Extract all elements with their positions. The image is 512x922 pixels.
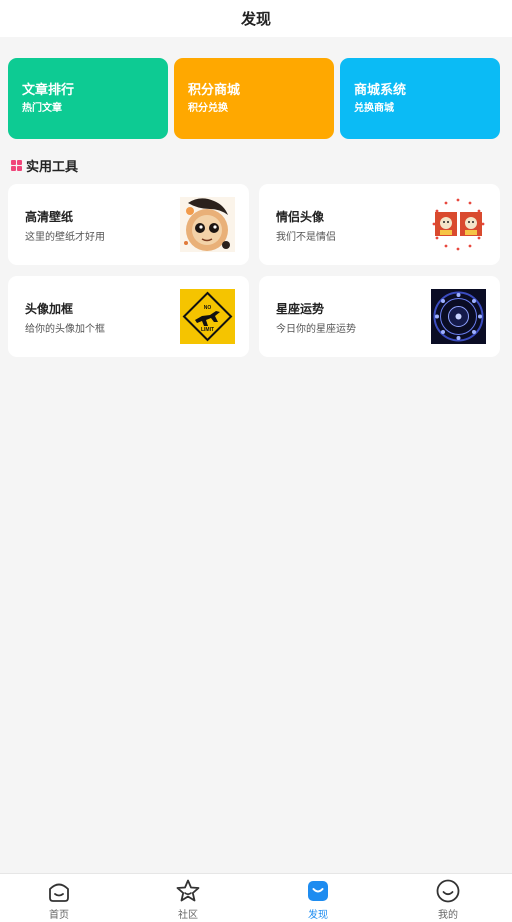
card-subtitle: 热门文章 <box>22 103 62 114</box>
card-title: 商城系统 <box>354 83 407 98</box>
frame-text-limit: LIMIT <box>201 327 214 333</box>
card-points-mall[interactable]: 积分商城 积分兑换 <box>174 58 334 139</box>
tool-subtitle: 给你的头像加个框 <box>25 324 105 335</box>
tool-title: 星座运势 <box>276 302 325 316</box>
couple-avatar-thumbnail <box>431 197 486 252</box>
horoscope-thumbnail <box>431 289 486 344</box>
tool-title: 情侣头像 <box>276 210 325 224</box>
avatar-frame-thumbnail: NO LIMIT <box>180 289 235 344</box>
card-mall-system[interactable]: 商城系统 兑换商城 <box>340 58 500 139</box>
tool-horoscope[interactable]: 星座运势 今日你的星座运势 <box>259 276 500 357</box>
tool-subtitle: 这里的壁纸才好用 <box>25 232 105 243</box>
top-bar: 发现 <box>0 0 512 37</box>
home-icon <box>46 878 72 904</box>
feature-cards: 文章排行 热门文章 积分商城 积分兑换 商城系统 兑换商城 <box>8 58 500 139</box>
tool-hd-wallpaper[interactable]: 高清壁纸 这里的壁纸才好用 <box>8 184 249 265</box>
tool-subtitle: 我们不是情侣 <box>276 232 336 243</box>
card-title: 积分商城 <box>188 83 241 98</box>
section-title: 实用工具 <box>26 159 79 175</box>
discover-page: 发现 文章排行 热门文章 积分商城 积分兑换 商城系统 兑换商城 实用工具 高清… <box>0 0 512 922</box>
card-article-ranking[interactable]: 文章排行 热门文章 <box>8 58 168 139</box>
tab-label: 发现 <box>308 910 328 921</box>
tool-couple-avatar[interactable]: 情侣头像 我们不是情侣 <box>259 184 500 265</box>
tool-avatar-frame[interactable]: 头像加框 给你的头像加个框 NO LIMIT <box>8 276 249 357</box>
tab-profile[interactable]: 我的 <box>384 874 512 922</box>
tab-home[interactable]: 首页 <box>0 874 123 922</box>
tab-discover[interactable]: 发现 <box>254 874 382 922</box>
card-subtitle: 积分兑换 <box>188 103 228 114</box>
tool-subtitle: 今日你的星座运势 <box>276 324 356 335</box>
card-title: 文章排行 <box>22 83 75 98</box>
card-subtitle: 兑换商城 <box>354 103 394 114</box>
tab-community[interactable]: 社区 <box>124 874 252 922</box>
tab-label: 社区 <box>178 910 198 921</box>
discover-bag-icon <box>305 878 331 904</box>
wallpaper-thumbnail <box>180 197 235 252</box>
tool-title: 高清壁纸 <box>25 210 74 224</box>
smile-icon <box>435 878 461 904</box>
tab-label: 我的 <box>438 910 458 921</box>
page-title: 发现 <box>240 10 271 28</box>
tool-title: 头像加框 <box>25 302 74 316</box>
tab-label: 首页 <box>49 910 69 921</box>
frame-text-no: NO <box>204 305 212 311</box>
bottom-tab-bar: 首页 社区 发现 我的 <box>0 873 512 922</box>
section-heading: 实用工具 <box>11 156 79 175</box>
star-icon <box>175 878 201 904</box>
grid-icon <box>11 159 22 171</box>
